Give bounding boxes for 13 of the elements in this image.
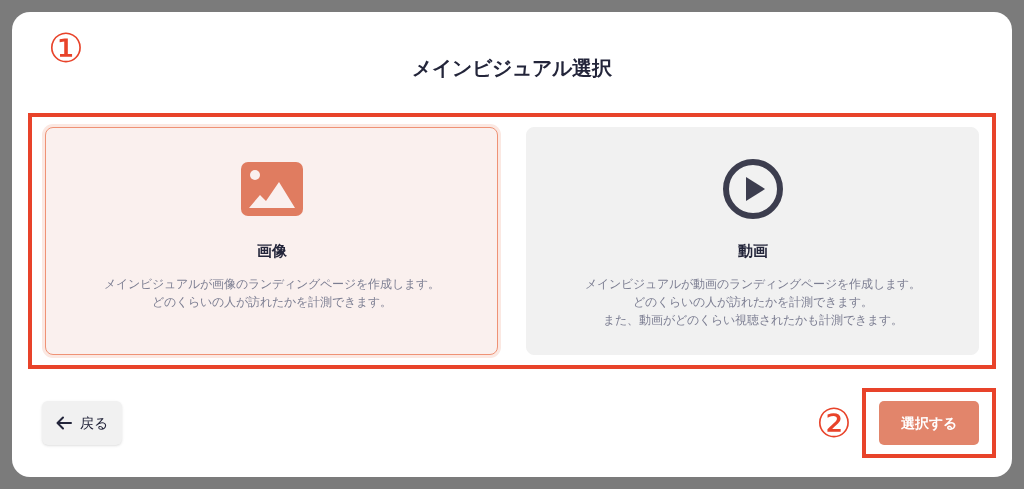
arrow-left-icon [56, 416, 72, 430]
play-icon [721, 158, 784, 220]
annotation-number: ② [816, 403, 852, 443]
option-title: 画像 [256, 241, 287, 261]
option-card[interactable]: 画像 メインビジュアルが画像のランディングページを作成します。 どのくらいの人が訪れたかを計測できます。 [45, 127, 498, 355]
option-card[interactable]: 動画 メインビジュアルが動画のランディングページを作成します。 どのくらいの人が訪れたかを計測できます。 また、動画がどのくらい視聴されたかも計測できます。 [526, 127, 979, 355]
image-icon [240, 162, 303, 216]
option-description: メインビジュアルが画像のランディングページを作成します。 どのくらいの人が訪れたかを計測できます。 [103, 275, 440, 311]
option-description: メインビジュアルが動画のランディングページを作成します。 どのくらいの人が訪れたかを計測できます。 また、動画がどのくらい視聴されたかも計測できます。 [584, 275, 921, 329]
option-title: 動画 [737, 241, 768, 261]
dialog-title: メインビジュアル選択 [411, 56, 613, 81]
annotation-number: ① [48, 28, 84, 68]
back-button[interactable]: 戻る [42, 401, 122, 445]
